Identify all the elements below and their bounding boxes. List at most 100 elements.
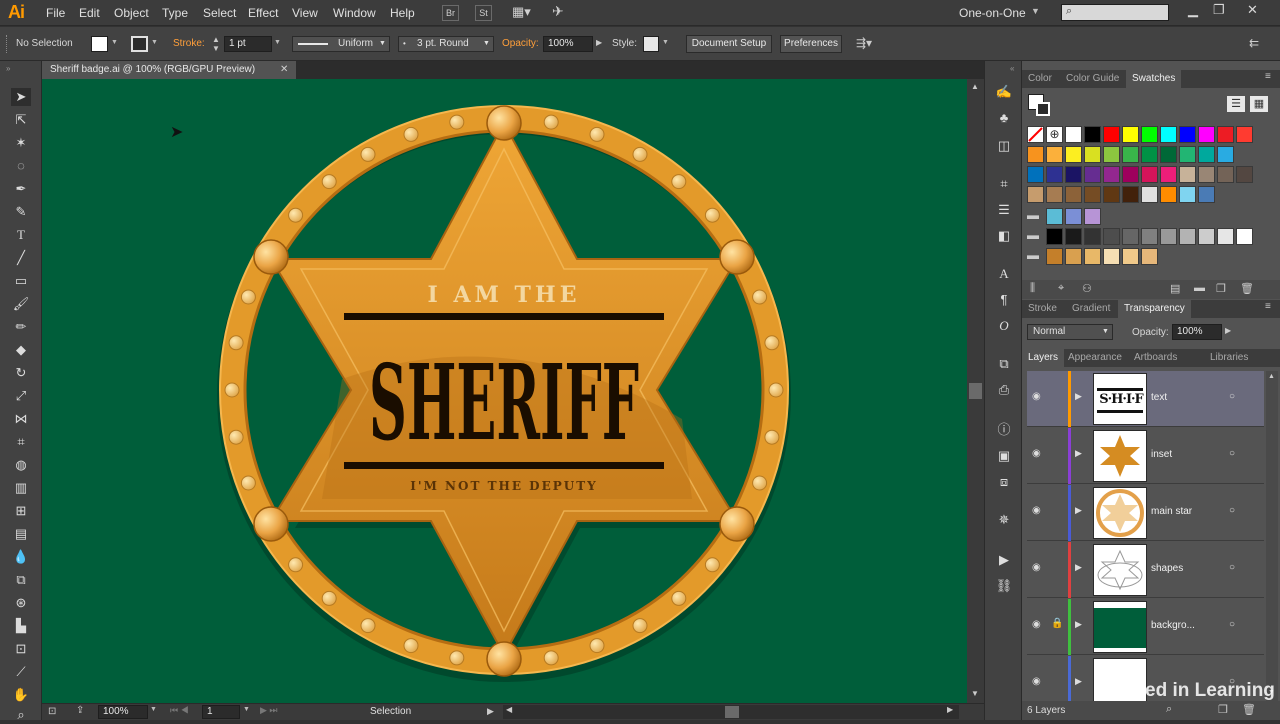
white-swatch[interactable] bbox=[1065, 126, 1082, 143]
stock-button[interactable]: St bbox=[475, 5, 492, 21]
blend-mode-dropdown[interactable]: Normal ▼ bbox=[1027, 324, 1113, 340]
artboard-canvas[interactable]: I AM THE SHERIFF I'M NOT THE DEPUTY ➤ bbox=[42, 79, 967, 703]
asset-export-panel-icon[interactable]: ⎙ bbox=[994, 381, 1014, 399]
swatch[interactable] bbox=[1141, 228, 1158, 245]
menu-window[interactable]: Window bbox=[333, 6, 376, 20]
new-swatch-icon[interactable]: ❐ bbox=[1216, 282, 1226, 295]
links-chain-panel-icon[interactable]: ⛓ bbox=[994, 577, 1014, 595]
collapse-icon[interactable]: » bbox=[6, 64, 10, 73]
swatch[interactable] bbox=[1198, 228, 1215, 245]
stroke-stepper-icon[interactable]: ▲ ▼ bbox=[212, 35, 220, 53]
links-panel-icon[interactable]: ⧈ bbox=[994, 473, 1014, 491]
workspace-switcher[interactable]: One-on-One bbox=[959, 6, 1026, 20]
swatch[interactable] bbox=[1160, 146, 1177, 163]
document-setup-button[interactable]: Document Setup bbox=[686, 35, 772, 53]
type-tool-icon[interactable]: T bbox=[11, 226, 31, 244]
target-circle-icon[interactable]: ○ bbox=[1229, 619, 1235, 630]
swatch[interactable] bbox=[1027, 186, 1044, 203]
current-tool-status[interactable]: Selection bbox=[370, 706, 411, 717]
swatch[interactable] bbox=[1198, 146, 1215, 163]
rotate-view-icon[interactable]: ⊡ bbox=[48, 706, 56, 717]
workspace-chevron-icon[interactable]: ▼ bbox=[1031, 6, 1040, 16]
slice-tool-icon[interactable]: ⟋ bbox=[11, 663, 31, 681]
visibility-eye-icon[interactable]: ◉ bbox=[1032, 562, 1041, 573]
target-circle-icon[interactable]: ○ bbox=[1229, 505, 1235, 516]
layer-row[interactable]: ◉ ▶ main star ○ bbox=[1027, 485, 1264, 541]
swatch[interactable] bbox=[1217, 146, 1234, 163]
fill-swatch[interactable] bbox=[91, 36, 108, 52]
layer-row[interactable]: ◉ 🔒 ▶ backgro... ○ bbox=[1027, 599, 1264, 655]
swatch[interactable] bbox=[1027, 146, 1044, 163]
swatch[interactable] bbox=[1141, 146, 1158, 163]
menu-help[interactable]: Help bbox=[390, 6, 415, 20]
swatch-options-icon[interactable]: ⚇ bbox=[1082, 282, 1092, 295]
swatch[interactable] bbox=[1122, 248, 1139, 265]
swatch[interactable] bbox=[1141, 186, 1158, 203]
pencil-tool-icon[interactable]: ✏ bbox=[11, 318, 31, 336]
actions-panel-icon[interactable]: ▶ bbox=[994, 551, 1014, 569]
layer-row[interactable]: ◉ ▶ S·H·I·F text ○ bbox=[1027, 371, 1264, 427]
control-menu-icon[interactable]: ⇇ bbox=[1249, 36, 1259, 50]
swatch[interactable] bbox=[1179, 228, 1196, 245]
expand-layer-icon[interactable]: ▶ bbox=[1075, 505, 1082, 516]
first-artboard-icon[interactable]: ⏮ ◀ bbox=[170, 705, 189, 716]
gpu-performance-icon[interactable]: ✈ bbox=[552, 3, 564, 20]
zoom-level-field[interactable]: 100% bbox=[98, 705, 148, 719]
variable-width-profile[interactable]: Uniform ▼ bbox=[292, 36, 390, 52]
panel-stroke-swatch[interactable] bbox=[1036, 102, 1050, 116]
layers-scroll-up-icon[interactable]: ▲ bbox=[1268, 373, 1275, 380]
swatch[interactable] bbox=[1103, 248, 1120, 265]
swatch[interactable] bbox=[1236, 126, 1253, 143]
character-panel-icon[interactable]: A bbox=[994, 265, 1014, 283]
perspective-grid-tool-icon[interactable]: ▥ bbox=[11, 479, 31, 497]
restore-icon[interactable]: ❐ bbox=[1213, 2, 1225, 18]
color-group-folder-icon[interactable]: ▬ bbox=[1027, 228, 1044, 245]
horizontal-scrollbar[interactable]: ◀ ▶ bbox=[503, 705, 959, 719]
lasso-tool-icon[interactable]: ◌ bbox=[11, 157, 31, 175]
pen-tool-icon[interactable]: ✒ bbox=[11, 180, 31, 198]
menu-object[interactable]: Object bbox=[114, 6, 149, 20]
visibility-eye-icon[interactable]: ◉ bbox=[1032, 619, 1041, 630]
paragraph-panel-icon[interactable]: ¶ bbox=[994, 291, 1014, 309]
brushes-panel-icon[interactable]: ✍ bbox=[994, 83, 1014, 101]
visibility-eye-icon[interactable]: ◉ bbox=[1032, 448, 1041, 459]
delete-swatch-icon[interactable]: 🗑 bbox=[1240, 282, 1254, 295]
stroke-swatch[interactable] bbox=[131, 36, 148, 52]
swatch[interactable] bbox=[1198, 126, 1215, 143]
expand-layer-icon[interactable]: ▶ bbox=[1075, 448, 1082, 459]
swatch[interactable] bbox=[1046, 208, 1063, 225]
swatch[interactable] bbox=[1122, 228, 1139, 245]
swatch[interactable] bbox=[1065, 248, 1082, 265]
transparency-panel-menu-icon[interactable]: ≡ bbox=[1265, 301, 1271, 312]
info-panel-icon[interactable]: ⓘ bbox=[994, 421, 1014, 439]
swatch[interactable] bbox=[1217, 228, 1234, 245]
layer-name[interactable]: inset bbox=[1151, 449, 1172, 460]
visibility-eye-icon[interactable]: ◉ bbox=[1032, 391, 1041, 402]
swatch[interactable] bbox=[1084, 248, 1101, 265]
color-group-icon[interactable]: ▤ bbox=[1170, 282, 1180, 295]
mesh-tool-icon[interactable]: ⊞ bbox=[11, 502, 31, 520]
tab-swatches[interactable]: Swatches bbox=[1126, 70, 1182, 88]
preferences-button[interactable]: Preferences bbox=[780, 35, 842, 53]
menu-effect[interactable]: Effect bbox=[248, 6, 278, 20]
opacity-arrow-icon[interactable]: ▶ bbox=[596, 38, 602, 47]
symbols-panel-icon[interactable]: ♣ bbox=[994, 109, 1014, 127]
layer-name[interactable]: text bbox=[1151, 392, 1167, 403]
align-panel-icon[interactable]: ☰ bbox=[994, 201, 1014, 219]
swatch[interactable] bbox=[1046, 166, 1063, 183]
tab-gradient[interactable]: Gradient bbox=[1066, 300, 1116, 318]
swatch[interactable] bbox=[1141, 126, 1158, 143]
swatch[interactable] bbox=[1198, 186, 1215, 203]
status-menu-arrow-icon[interactable]: ▶ bbox=[487, 706, 494, 717]
shape-builder-tool-icon[interactable]: ◍ bbox=[11, 456, 31, 474]
menu-edit[interactable]: Edit bbox=[79, 6, 100, 20]
artboard-tool-icon[interactable]: ⊡ bbox=[11, 640, 31, 658]
swatch[interactable] bbox=[1065, 166, 1082, 183]
hand-tool-icon[interactable]: ✋ bbox=[11, 686, 31, 704]
swatch[interactable] bbox=[1046, 186, 1063, 203]
paintbrush-tool-icon[interactable]: 🖌 bbox=[11, 295, 31, 313]
target-circle-icon[interactable]: ○ bbox=[1229, 391, 1235, 402]
swatch[interactable] bbox=[1103, 146, 1120, 163]
tab-libraries[interactable]: Libraries bbox=[1204, 349, 1254, 367]
swatch[interactable] bbox=[1122, 186, 1139, 203]
